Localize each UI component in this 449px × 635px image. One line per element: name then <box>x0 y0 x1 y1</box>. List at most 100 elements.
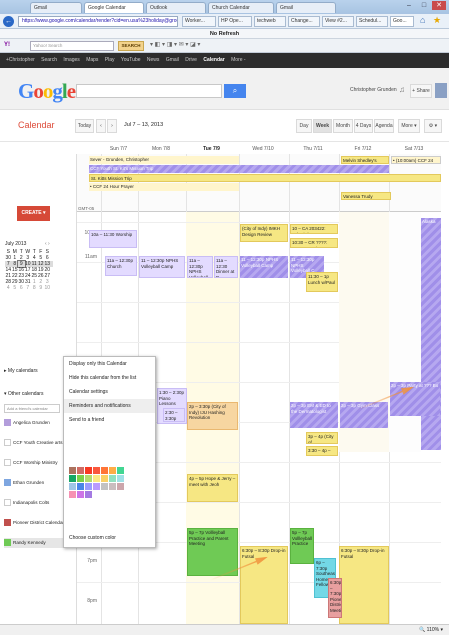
gbar-link-calendar[interactable]: Calendar <box>203 57 224 63</box>
calendar-color-swatch[interactable] <box>4 459 11 467</box>
calendar-event[interactable]: 4p – 5p Hope & Jerry – meet with Jeoh <box>187 474 238 502</box>
calendar-event[interactable]: 10 – CA 203422: IndyBird DN <box>290 224 338 234</box>
minimize-icon[interactable]: ‒ <box>402 1 416 10</box>
color-swatch[interactable] <box>101 483 108 490</box>
browser-tab[interactable]: Gmail <box>276 2 336 13</box>
color-swatch[interactable] <box>77 475 84 482</box>
calendar-list-item-selected[interactable]: Randy Kennedy <box>4 538 66 548</box>
view-4days-button[interactable]: 4 Days <box>354 119 373 133</box>
menu-item-reminders[interactable]: Reminders and notifications <box>64 399 155 413</box>
color-swatch[interactable] <box>77 491 84 498</box>
calendar-list-item[interactable]: Angelica Grunden <box>4 418 50 428</box>
calendar-event[interactable]: 10:30 – CR ????: Documentatio <box>290 238 338 248</box>
gbar-link[interactable]: Drive <box>185 57 197 63</box>
day-header[interactable]: Thu 7/11 <box>288 146 338 154</box>
bell-icon[interactable]: ♫ <box>399 85 405 94</box>
gbar-link[interactable]: Images <box>63 57 79 63</box>
calendar-event[interactable]: 11a – 12:30 Dinner at P <box>214 256 238 278</box>
bookmark-tab[interactable]: Change... <box>288 16 320 27</box>
yahoo-logo-icon[interactable]: Y! <box>4 42 10 48</box>
gbar-link[interactable]: Play <box>105 57 115 63</box>
bookmark-tab[interactable]: techweb <box>254 16 286 27</box>
settings-gear-icon[interactable]: ⚙ ▾ <box>424 119 442 133</box>
yahoo-search-button[interactable]: SEARCH <box>118 41 144 51</box>
calendar-color-swatch[interactable] <box>4 539 11 547</box>
avatar[interactable] <box>435 83 447 98</box>
home-icon[interactable]: ⌂ <box>420 15 425 25</box>
calendar-event[interactable]: 2p – 3p Party at ??? Bo <box>390 382 440 416</box>
search-button[interactable]: ⌕ <box>224 84 246 98</box>
gbar-link[interactable]: Search <box>41 57 57 63</box>
color-swatch[interactable] <box>101 475 108 482</box>
bookmark-tab[interactable]: Schedul... <box>356 16 388 27</box>
gbar-link[interactable]: Maps <box>86 57 98 63</box>
color-swatch[interactable] <box>117 467 124 474</box>
share-button[interactable]: + Share <box>410 84 432 98</box>
color-swatch[interactable] <box>109 475 116 482</box>
calendar-color-swatch[interactable] <box>4 479 11 487</box>
calendar-color-swatch[interactable] <box>4 519 11 527</box>
color-swatch[interactable] <box>93 475 100 482</box>
color-swatch[interactable] <box>117 475 124 482</box>
color-swatch[interactable] <box>69 491 76 498</box>
create-button[interactable]: CREATE ▾ <box>17 206 50 221</box>
prev-week-button[interactable]: ‹ <box>96 119 106 133</box>
bookmark-tab[interactable]: HP Ope... <box>218 16 252 27</box>
today-button[interactable]: Today <box>75 119 94 133</box>
day-header[interactable]: Mon 7/8 <box>137 146 185 154</box>
next-week-button[interactable]: › <box>107 119 117 133</box>
calendar-list-item[interactable]: Pioneer District Calendar <box>4 518 64 528</box>
color-swatch[interactable] <box>85 467 92 474</box>
calendar-event[interactable]: 10a – 11:30 Worship <box>89 230 137 248</box>
color-swatch[interactable] <box>85 491 92 498</box>
calendar-search-input[interactable] <box>76 84 222 98</box>
calendar-event[interactable]: 11 – 12:30p NPHS Volleyball Camp <box>139 256 185 278</box>
menu-item-hide-calendar[interactable]: Hide this calendar from the list <box>64 371 155 385</box>
color-swatch[interactable] <box>69 475 76 482</box>
menu-item-send-to-friend[interactable]: Send to a friend <box>64 413 155 427</box>
mini-day[interactable]: 10 <box>44 285 51 291</box>
calendar-event[interactable]: 3:30 – 4p – PH <box>306 446 338 456</box>
all-day-event[interactable]: Sever - Grunden, Christopher <box>89 156 239 164</box>
zoom-level[interactable]: 🔍 110% ▾ <box>419 627 443 633</box>
calendar-list-item[interactable]: CCF Youth Creative arts <box>4 438 63 448</box>
gbar-link[interactable]: +Christopher <box>6 57 35 63</box>
gbar-more[interactable]: More - <box>231 57 245 63</box>
all-day-event[interactable]: • CCF 24 Hour Prayer <box>89 183 239 191</box>
back-icon[interactable]: ← <box>3 16 14 27</box>
color-swatch[interactable] <box>109 467 116 474</box>
all-day-event[interactable]: • (10:00am) CCF 24 Hour F <box>391 156 441 164</box>
calendar-event[interactable]: (City of Indy) IMKH Design Review <box>240 224 288 242</box>
close-icon[interactable]: ✕ <box>432 1 446 10</box>
toolbar-icons[interactable]: ▾ ◧ ▾ ◨ ▾ ✉ ▾ ◪ ▾ <box>150 41 200 48</box>
calendar-list-item[interactable]: Indianapolis Colts <box>4 498 49 508</box>
color-swatch[interactable] <box>69 483 76 490</box>
browser-tab[interactable]: Outlook <box>146 2 206 13</box>
mini-calendar-nav-icon[interactable]: ‹ › <box>45 241 50 247</box>
view-agenda-button[interactable]: Agenda <box>374 119 394 133</box>
view-week-button[interactable]: Week <box>313 119 332 133</box>
color-swatch[interactable] <box>93 483 100 490</box>
view-month-button[interactable]: Month <box>333 119 353 133</box>
menu-item-display-only[interactable]: Display only this Calendar <box>64 357 155 371</box>
color-swatch[interactable] <box>109 483 116 490</box>
url-field[interactable]: https://www.google.com/calendar/render?c… <box>18 16 178 27</box>
calendar-event[interactable]: 11a – 12:30p Church <box>105 256 137 276</box>
calendar-color-swatch[interactable] <box>4 419 11 427</box>
bookmark-tab[interactable]: Worker... <box>182 16 216 27</box>
saturday-column[interactable] <box>389 212 421 452</box>
calendar-color-swatch[interactable] <box>4 499 11 507</box>
browser-tab[interactable]: Gmail <box>30 2 82 13</box>
more-button[interactable]: More ▾ <box>398 119 420 133</box>
calendar-event[interactable]: 11a – 12:30p NPHS Volleyball Camp <box>187 256 213 278</box>
menu-item-custom-color[interactable]: Choose custom color <box>64 531 155 545</box>
calendar-event[interactable]: 5p – 7p Vollleyball Practice and Parent … <box>187 528 238 576</box>
day-header[interactable]: Wed 7/10 <box>238 146 288 154</box>
calendar-event[interactable]: 3p – 4p (City of <box>306 432 338 444</box>
user-name[interactable]: Christopher Grunden <box>350 87 397 93</box>
gbar-link[interactable]: Gmail <box>166 57 179 63</box>
yahoo-search-input[interactable]: Yahoo! Search <box>30 41 114 51</box>
browser-tab[interactable]: Google Calendar <box>84 2 144 13</box>
gbar-link[interactable]: YouTube <box>121 57 141 63</box>
day-header-today[interactable]: Tue 7/9 <box>185 146 238 154</box>
